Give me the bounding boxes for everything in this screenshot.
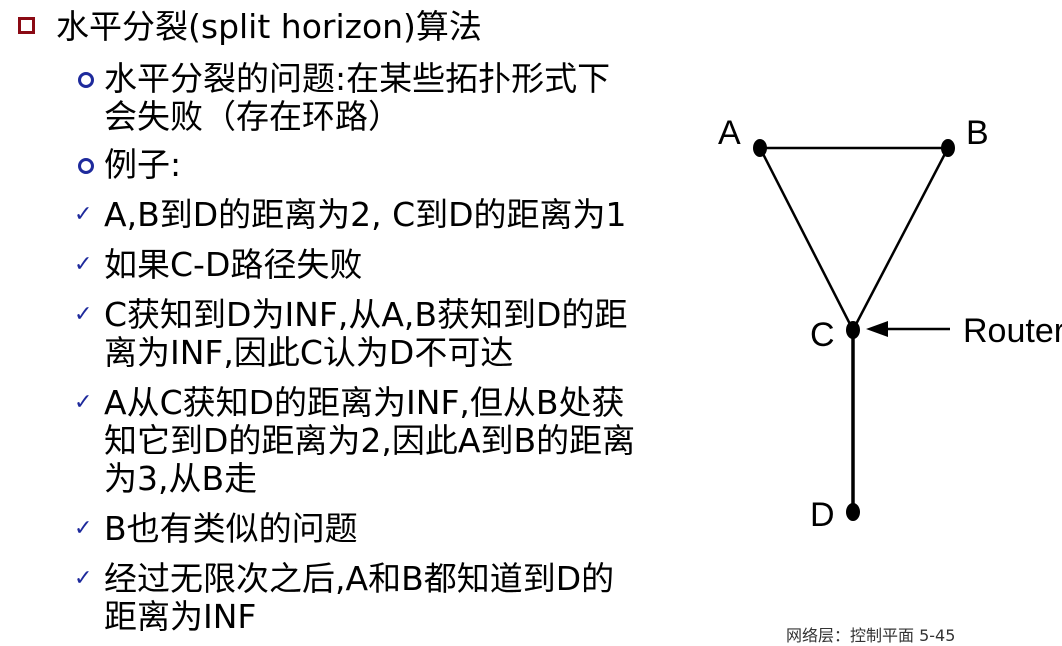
node-b-label: B <box>966 114 989 152</box>
node-a-label: A <box>718 114 741 152</box>
slide-footer: 网络层：控制平面 5-45 <box>786 626 956 645</box>
network-topology-diagram <box>753 139 955 521</box>
node-a <box>753 139 767 157</box>
node-d-label: D <box>810 496 835 534</box>
node-b <box>941 139 955 157</box>
link-a-c <box>758 147 855 331</box>
node-c-label: C <box>810 316 835 354</box>
link-b-c <box>851 147 950 331</box>
node-d <box>846 503 860 521</box>
router-arrow-head <box>866 321 888 337</box>
router-label: Router <box>963 312 1062 350</box>
node-c <box>846 321 860 339</box>
